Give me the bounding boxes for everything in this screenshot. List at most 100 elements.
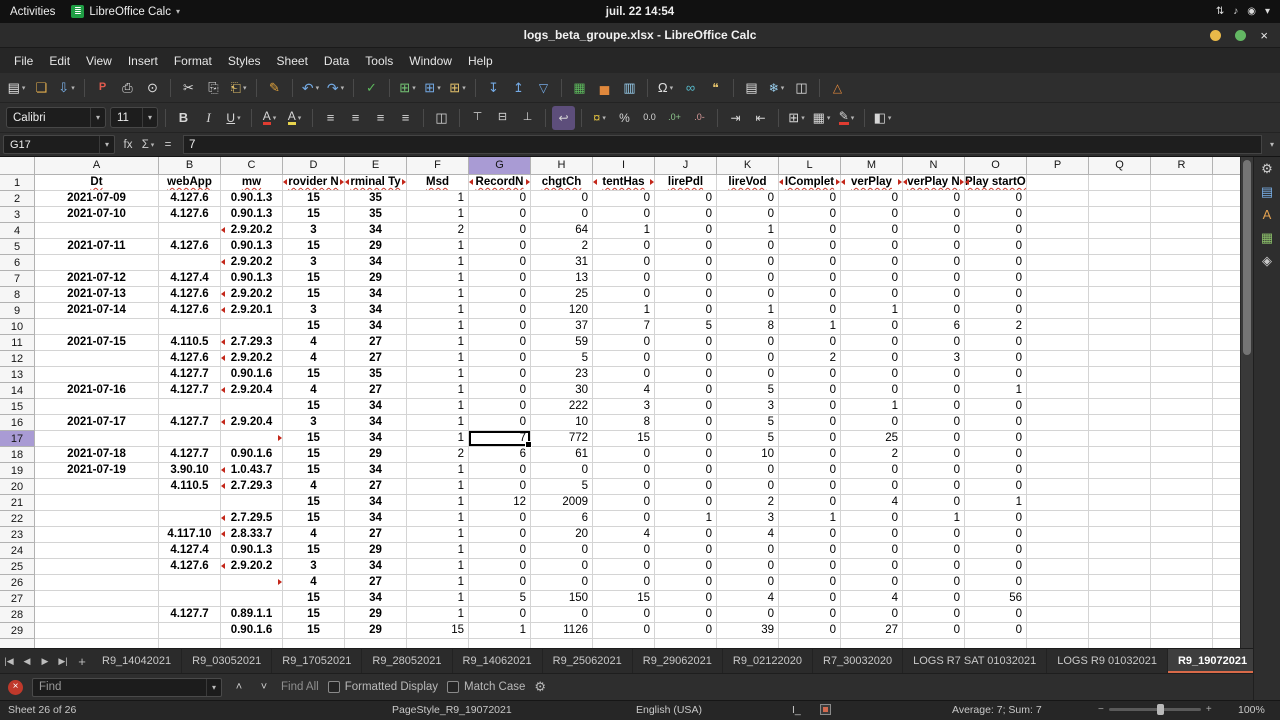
cell-B7[interactable]: 4.127.4 xyxy=(159,271,221,287)
dropdown-caret-icon[interactable]: ▾ xyxy=(801,114,805,122)
cell-L17[interactable]: 0 xyxy=(779,431,841,447)
cell-F18[interactable]: 2 xyxy=(407,447,469,463)
cell-I10[interactable]: 7 xyxy=(593,319,655,335)
highlight-color-button[interactable]: A ▾ xyxy=(283,106,306,130)
cell-A25[interactable] xyxy=(35,559,159,575)
cell-J13[interactable]: 0 xyxy=(655,367,717,383)
cell-M10[interactable]: 0 xyxy=(841,319,903,335)
cell-E20[interactable]: 27 xyxy=(345,479,407,495)
cell-P28[interactable] xyxy=(1027,607,1089,623)
match-case-option[interactable]: Match Case xyxy=(447,681,525,693)
properties-icon[interactable]: ▤ xyxy=(1261,185,1273,198)
cell-Q29[interactable] xyxy=(1089,623,1151,639)
row-header-partial[interactable] xyxy=(0,639,35,648)
undo-button[interactable]: ↶ ▾ xyxy=(299,76,322,100)
sheet-tab-r7_30032020[interactable]: R7_30032020 xyxy=(813,649,904,673)
cell-L20[interactable]: 0 xyxy=(779,479,841,495)
cell-C5[interactable]: 0.90.1.3 xyxy=(221,239,283,255)
cell-O16[interactable]: 0 xyxy=(965,415,1027,431)
column-header-G[interactable]: G xyxy=(469,157,531,175)
insert-row-above-button[interactable]: ⊞ ▾ xyxy=(396,76,419,100)
cell-D12[interactable]: 4 xyxy=(283,351,345,367)
cell-N2[interactable]: 0 xyxy=(903,191,965,207)
sheet-tab-r9_29062021[interactable]: R9_29062021 xyxy=(633,649,723,673)
cell-P23[interactable] xyxy=(1027,527,1089,543)
cell-O19[interactable]: 0 xyxy=(965,463,1027,479)
cell-E1[interactable]: rminal Ty xyxy=(345,175,407,191)
cell-R6[interactable] xyxy=(1151,255,1213,271)
cell-C28[interactable]: 0.89.1.1 xyxy=(221,607,283,623)
cell-N20[interactable]: 0 xyxy=(903,479,965,495)
cell-E21[interactable]: 34 xyxy=(345,495,407,511)
cell-J2[interactable]: 0 xyxy=(655,191,717,207)
cell-C2[interactable]: 0.90.1.3 xyxy=(221,191,283,207)
cell-M26[interactable]: 0 xyxy=(841,575,903,591)
cell-R22[interactable] xyxy=(1151,511,1213,527)
cell-Q6[interactable] xyxy=(1089,255,1151,271)
cell-Q12[interactable] xyxy=(1089,351,1151,367)
formula-button[interactable]: = xyxy=(158,139,178,151)
cell-J22[interactable]: 1 xyxy=(655,511,717,527)
cell-B18[interactable]: 4.127.7 xyxy=(159,447,221,463)
cell-A5[interactable]: 2021-07-11 xyxy=(35,239,159,255)
sheet-tab-r9_02122020[interactable]: R9_02122020 xyxy=(723,649,813,673)
cell-H22[interactable]: 6 xyxy=(531,511,593,527)
column-header-E[interactable]: E xyxy=(345,157,407,175)
cell-B-partial[interactable] xyxy=(159,639,221,648)
cell-L7[interactable]: 0 xyxy=(779,271,841,287)
cell-E12[interactable]: 27 xyxy=(345,351,407,367)
cell-L11[interactable]: 0 xyxy=(779,335,841,351)
cell-Q-partial[interactable] xyxy=(1089,639,1151,648)
cell-H10[interactable]: 37 xyxy=(531,319,593,335)
cell-H5[interactable]: 2 xyxy=(531,239,593,255)
zoom-out-icon[interactable]: − xyxy=(1098,704,1104,715)
cell-L16[interactable]: 0 xyxy=(779,415,841,431)
cell-I17[interactable]: 15 xyxy=(593,431,655,447)
cell-P-partial[interactable] xyxy=(1027,639,1089,648)
cell-L13[interactable]: 0 xyxy=(779,367,841,383)
split-window-button[interactable]: ◫ xyxy=(790,76,813,100)
cell-L27[interactable]: 0 xyxy=(779,591,841,607)
cell-A9[interactable]: 2021-07-14 xyxy=(35,303,159,319)
cell-C7[interactable]: 0.90.1.3 xyxy=(221,271,283,287)
cell-G6[interactable]: 0 xyxy=(469,255,531,271)
dropdown-caret-icon[interactable]: ▾ xyxy=(888,114,892,122)
insert-image-button[interactable]: ▦ xyxy=(568,76,591,100)
column-header-M[interactable]: M xyxy=(841,157,903,175)
cell-C9[interactable]: 2.9.20.1 xyxy=(221,303,283,319)
cell-O15[interactable]: 0 xyxy=(965,399,1027,415)
cell-G20[interactable]: 0 xyxy=(469,479,531,495)
cell-B15[interactable] xyxy=(159,399,221,415)
cell-F23[interactable]: 1 xyxy=(407,527,469,543)
cell-D-partial[interactable] xyxy=(283,639,345,648)
cell-L2[interactable]: 0 xyxy=(779,191,841,207)
cell-L28[interactable]: 0 xyxy=(779,607,841,623)
cell-R26[interactable] xyxy=(1151,575,1213,591)
cell-C10[interactable] xyxy=(221,319,283,335)
cell-F1[interactable]: Msd xyxy=(407,175,469,191)
cell-Q16[interactable] xyxy=(1089,415,1151,431)
cell-O27[interactable]: 56 xyxy=(965,591,1027,607)
increase-indent-button[interactable]: ⇥ xyxy=(724,106,747,130)
zoom-slider[interactable]: − + xyxy=(1098,704,1212,715)
cell-P3[interactable] xyxy=(1027,207,1089,223)
menu-window[interactable]: Window xyxy=(401,51,460,71)
cell-M13[interactable]: 0 xyxy=(841,367,903,383)
cell-L8[interactable]: 0 xyxy=(779,287,841,303)
format-currency-button[interactable]: ¤ ▾ xyxy=(588,106,611,130)
cell-A29[interactable] xyxy=(35,623,159,639)
cell-A12[interactable] xyxy=(35,351,159,367)
align-left-button[interactable]: ≡ xyxy=(319,106,342,130)
menu-edit[interactable]: Edit xyxy=(41,51,78,71)
find-previous-button[interactable]: ˄ xyxy=(231,681,247,693)
dropdown-caret-icon[interactable]: ▾ xyxy=(437,84,441,92)
row-header-13[interactable]: 13 xyxy=(0,367,35,383)
cell-I26[interactable]: 0 xyxy=(593,575,655,591)
cell-H27[interactable]: 150 xyxy=(531,591,593,607)
cell-G7[interactable]: 0 xyxy=(469,271,531,287)
cell-R8[interactable] xyxy=(1151,287,1213,303)
cell-Q26[interactable] xyxy=(1089,575,1151,591)
cell-A23[interactable] xyxy=(35,527,159,543)
cell-E7[interactable]: 29 xyxy=(345,271,407,287)
cell-Q7[interactable] xyxy=(1089,271,1151,287)
